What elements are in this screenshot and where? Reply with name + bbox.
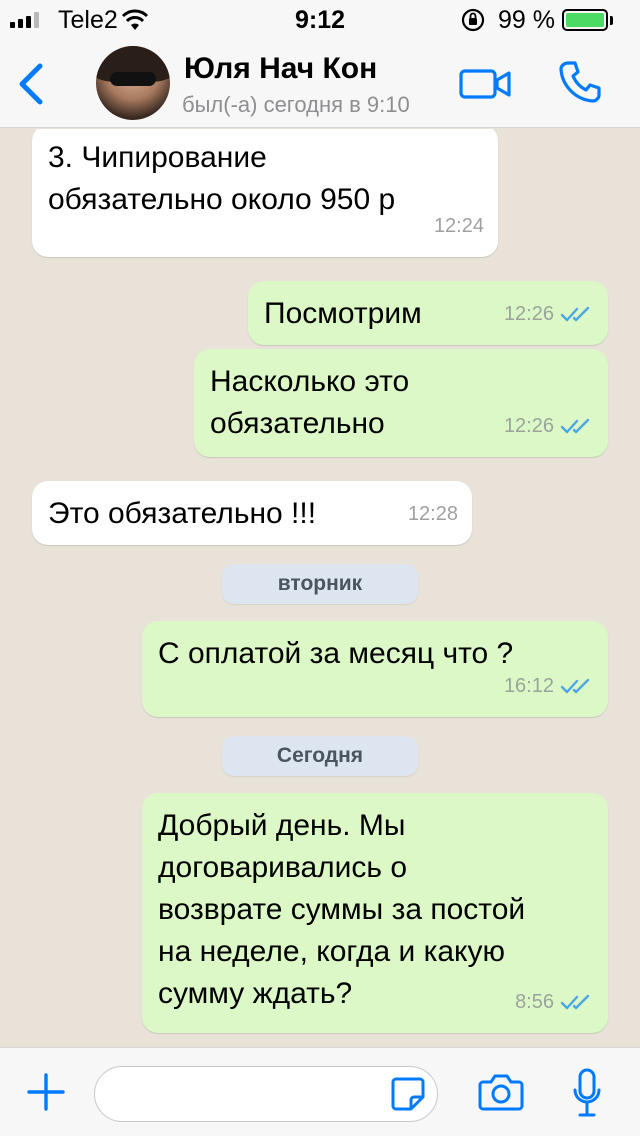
message-meta: 12:24 (434, 205, 484, 247)
message-outgoing[interactable]: Насколько это обязательно 12:26 (194, 349, 608, 457)
status-bar: Tele2 9:12 99 % (0, 0, 640, 40)
message-text: Это обязательно !!! (48, 497, 317, 530)
read-ticks-icon (560, 678, 590, 694)
last-seen-status: был(-а) сегодня в 9:10 (182, 92, 410, 117)
day-separator-tuesday: вторник (222, 564, 418, 604)
sticker-icon[interactable] (390, 1076, 426, 1112)
message-incoming[interactable]: 3. Чипирование обязательно около 950 р 1… (32, 129, 498, 257)
phone-icon[interactable] (556, 58, 604, 106)
message-outgoing[interactable]: Добрый день. Мы договаривались о возврат… (142, 793, 608, 1033)
message-meta: 12:26 (504, 405, 594, 447)
chat-messages[interactable]: 3. Чипирование обязательно около 950 р 1… (0, 129, 640, 1047)
message-time: 16:12 (503, 675, 554, 697)
chat-header: Юля Нач Кон был(-а) сегодня в 9:10 (0, 40, 640, 128)
message-meta: 8:56 (515, 981, 594, 1023)
message-meta: 12:26 (504, 293, 594, 335)
message-outgoing[interactable]: Посмотрим 12:26 (248, 281, 608, 345)
message-time: 12:24 (433, 215, 484, 237)
message-composer (0, 1047, 640, 1136)
contact-name[interactable]: Юля Нач Кон (184, 52, 377, 86)
plus-icon[interactable] (26, 1072, 66, 1112)
back-chevron-icon[interactable] (14, 60, 50, 108)
message-input[interactable] (94, 1066, 438, 1122)
message-text: 3. Чипирование обязательно около 950 р (48, 141, 396, 216)
microphone-icon[interactable] (572, 1068, 602, 1118)
battery-icon (562, 9, 608, 31)
read-ticks-icon (560, 306, 590, 322)
battery-percentage: 99 % (498, 6, 555, 34)
read-ticks-icon (560, 418, 590, 434)
read-ticks-icon (560, 994, 590, 1010)
message-outgoing[interactable]: С оплатой за месяц что ? 16:12 (142, 621, 608, 717)
message-meta: 16:12 (504, 665, 594, 707)
day-separator-today: Сегодня (222, 736, 418, 776)
message-meta: 12:28 (408, 493, 458, 535)
camera-icon[interactable] (478, 1072, 524, 1112)
avatar[interactable] (96, 46, 170, 120)
video-camera-icon[interactable] (458, 64, 512, 104)
message-incoming[interactable]: Это обязательно !!! 12:28 (32, 481, 472, 545)
message-time: 12:26 (503, 415, 554, 437)
message-time: 12:28 (407, 503, 458, 525)
rotation-lock-icon (461, 8, 485, 32)
message-time: 8:56 (515, 991, 554, 1013)
message-time: 12:26 (503, 303, 554, 325)
battery-tip (610, 16, 613, 25)
